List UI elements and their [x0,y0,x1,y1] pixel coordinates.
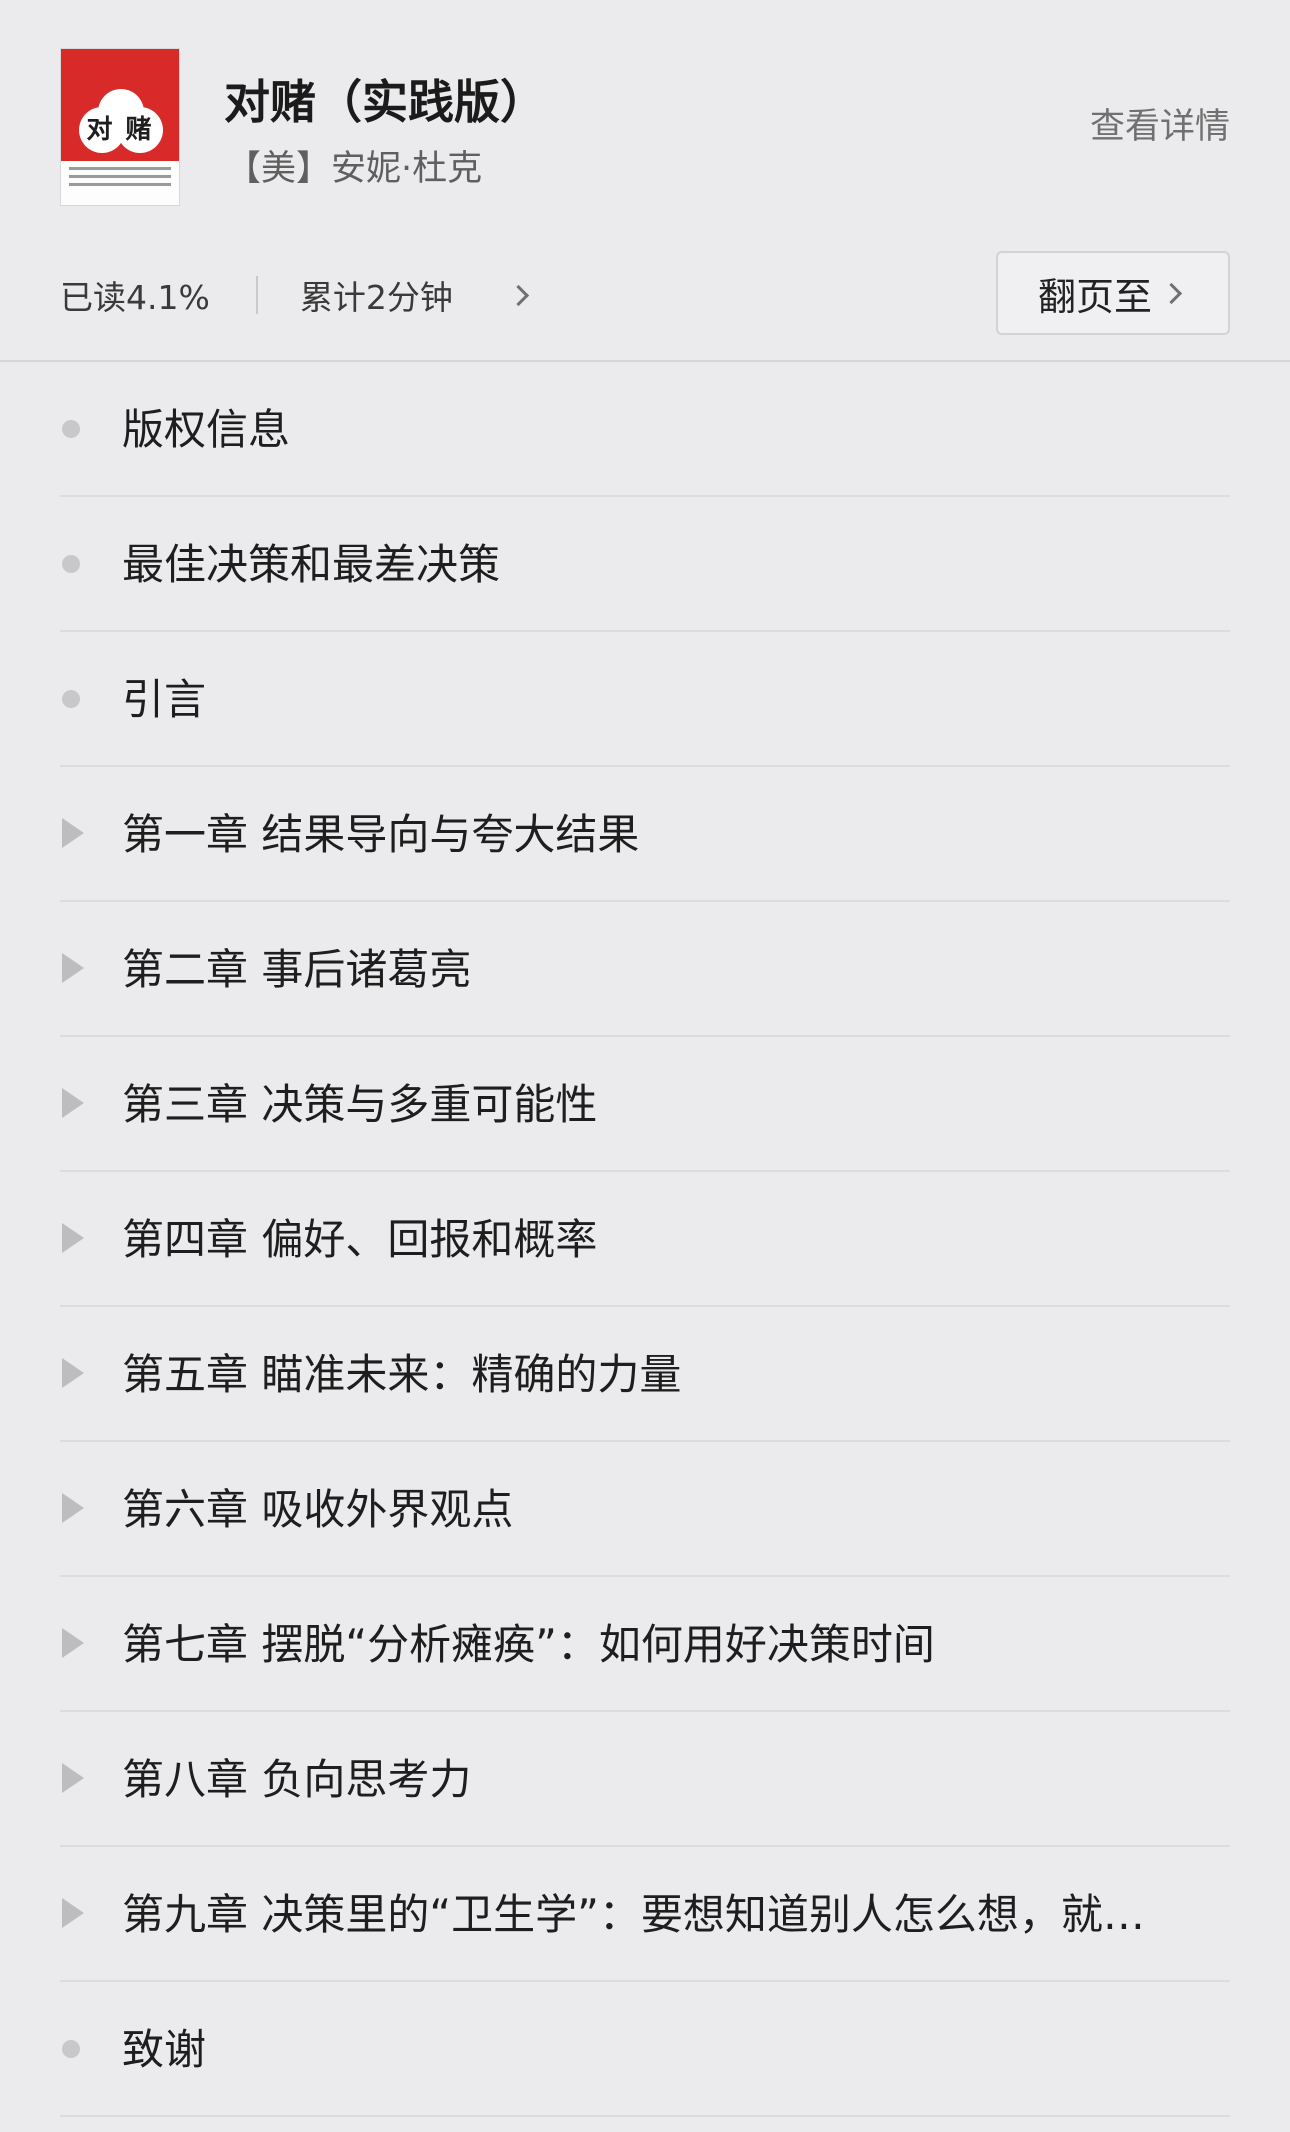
reading-time: 累计2分钟 [299,278,453,317]
toc-item[interactable]: 版权信息 [60,362,1230,497]
toc-item[interactable]: 第四章 偏好、回报和概率 [60,1172,1230,1307]
toc-item-label: 最佳决策和最差决策 [122,541,501,589]
expand-triangle-icon[interactable] [60,1847,84,1980]
toc-item[interactable]: 第七章 摆脱“分析瘫痪”：如何用好决策时间 [60,1577,1230,1712]
chevron-right-icon [507,280,537,310]
cover-title: 对 赌 [86,115,154,145]
expand-triangle-icon[interactable] [60,1712,84,1845]
reading-progress[interactable]: 已读4.1% 累计2分钟 [60,272,537,318]
book-header: 对 赌 对赌（实践版） 【美】安妮·杜克 查看详情 已读4.1% 累计2分钟 翻… [0,0,1290,362]
toc-item[interactable]: 最佳决策和最差决策 [60,497,1230,632]
expand-triangle-icon[interactable] [60,1442,84,1575]
divider [255,276,258,314]
toc-item-label: 引言 [122,676,207,724]
expand-triangle-icon[interactable] [60,1172,84,1305]
toc-item[interactable]: 第五章 瞄准未来：精确的力量 [60,1307,1230,1442]
toc-item-label: 第二章 事后诸葛亮 [122,946,472,994]
toc-item-label: 第七章 摆脱“分析瘫痪”：如何用好决策时间 [122,1621,935,1669]
toc-item-label: 版权信息 [122,406,291,454]
book-title: 对赌（实践版） [224,75,546,129]
toc-item[interactable]: 致谢 [60,1982,1230,2117]
toc-item-label: 致谢 [122,2026,207,2074]
book-cover[interactable]: 对 赌 [60,48,180,206]
toc-item[interactable]: 第八章 负向思考力 [60,1712,1230,1847]
expand-triangle-icon[interactable] [60,902,84,1035]
bullet-dot-icon [60,632,84,765]
toc-item[interactable]: 第一章 结果导向与夸大结果 [60,767,1230,902]
goto-page-button[interactable]: 翻页至 [996,251,1230,335]
expand-triangle-icon[interactable] [60,1307,84,1440]
toc-item-label: 第六章 吸收外界观点 [122,1486,514,1534]
toc-item-label: 第五章 瞄准未来：精确的力量 [122,1351,682,1399]
expand-triangle-icon[interactable] [60,767,84,900]
toc-item-label: 第三章 决策与多重可能性 [122,1081,598,1129]
read-percentage: 已读4.1% [60,278,210,317]
chevron-right-icon [1160,278,1188,308]
book-author: 【美】安妮·杜克 [226,149,483,189]
table-of-contents: 版权信息最佳决策和最差决策 引言第一章 结果导向与夸大结果 第二章 事后诸葛亮第三章… [60,362,1230,2117]
expand-triangle-icon[interactable] [60,1577,84,1710]
cover-text-lines [69,167,171,191]
view-details-link[interactable]: 查看详情 [1090,104,1230,150]
goto-page-label: 翻页至 [1037,274,1152,319]
bullet-dot-icon [60,362,84,495]
toc-item-label: 第八章 负向思考力 [122,1756,472,1804]
toc-item[interactable]: 第九章 决策里的“卫生学”：要想知道别人怎么想，就… [60,1847,1230,1982]
toc-item[interactable]: 第二章 事后诸葛亮 [60,902,1230,1037]
toc-item-label: 第四章 偏好、回报和概率 [122,1216,598,1264]
toc-item-label: 第九章 决策里的“卫生学”：要想知道别人怎么想，就… [122,1891,1145,1939]
expand-triangle-icon[interactable] [60,1037,84,1170]
toc-item[interactable]: 引言 [60,632,1230,767]
bullet-dot-icon [60,497,84,630]
bullet-dot-icon [60,1982,84,2115]
toc-item-label: 第一章 结果导向与夸大结果 [122,811,640,859]
toc-item[interactable]: 第三章 决策与多重可能性 [60,1037,1230,1172]
toc-item[interactable]: 第六章 吸收外界观点 [60,1442,1230,1577]
